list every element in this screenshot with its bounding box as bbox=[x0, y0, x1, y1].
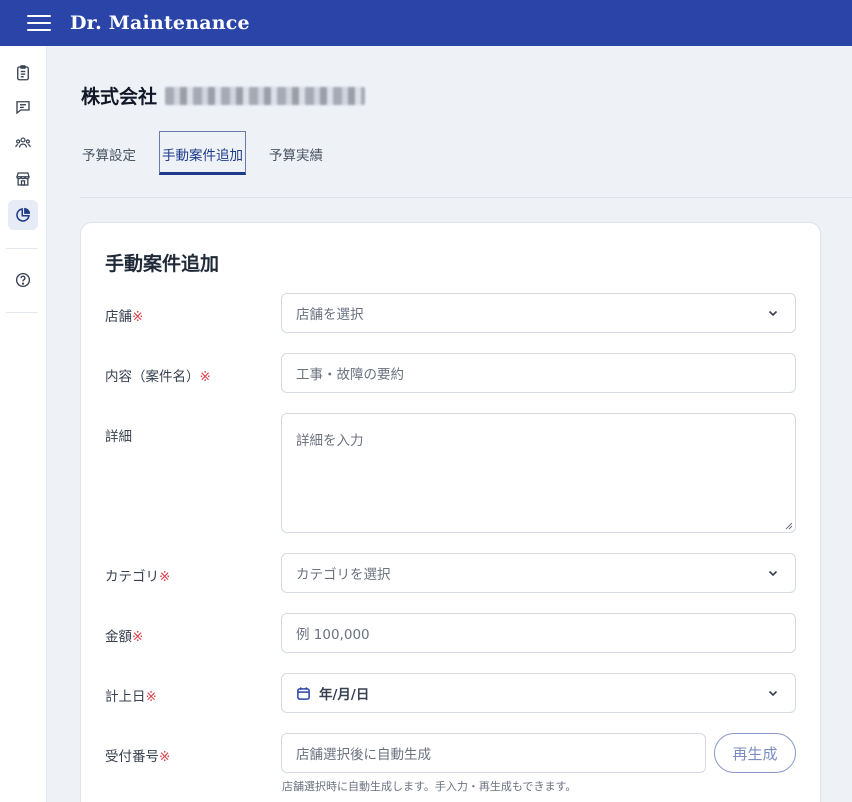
calendar-icon[interactable] bbox=[296, 686, 311, 701]
chevron-down-icon[interactable] bbox=[767, 687, 779, 699]
sidebar-divider bbox=[6, 312, 38, 313]
form-title: 手動案件追加 bbox=[105, 253, 220, 275]
app-logo[interactable]: Dr. Maintenance bbox=[70, 12, 250, 34]
tab-manual-case-add[interactable]: 手動案件追加 bbox=[159, 131, 246, 175]
store-select[interactable]: 店舗を選択 bbox=[281, 293, 796, 333]
resize-handle-icon[interactable] bbox=[784, 521, 793, 530]
receipt-input[interactable]: 店舗選択後に自動生成 bbox=[281, 733, 706, 773]
redacted-company-name bbox=[165, 86, 366, 105]
date-label: 計上日※ bbox=[105, 689, 157, 705]
clipboard-icon[interactable] bbox=[8, 58, 38, 88]
help-icon[interactable] bbox=[8, 265, 38, 295]
regenerate-button[interactable]: 再生成 bbox=[714, 733, 796, 773]
amount-label: 金額※ bbox=[105, 629, 144, 645]
pie-chart-icon[interactable] bbox=[8, 200, 38, 230]
users-icon[interactable] bbox=[8, 128, 38, 158]
sidebar bbox=[0, 46, 47, 802]
tabs-divider bbox=[80, 197, 852, 198]
top-header: Dr. Maintenance bbox=[0, 0, 852, 46]
store-icon[interactable] bbox=[8, 164, 38, 194]
page-title: 株式会社 bbox=[81, 82, 366, 109]
receipt-hint: 店舗選択時に自動生成します。手入力・再生成もできます。 bbox=[282, 780, 577, 793]
chevron-down-icon bbox=[768, 310, 778, 317]
content-input[interactable]: 工事・故障の要約 bbox=[281, 353, 796, 393]
detail-label: 詳細 bbox=[105, 429, 132, 445]
store-label: 店舗※ bbox=[105, 309, 144, 325]
category-select[interactable]: カテゴリを選択 bbox=[281, 553, 796, 593]
company-name: 株式会社 bbox=[81, 86, 158, 108]
amount-input[interactable]: 例 100,000 bbox=[281, 613, 796, 653]
sidebar-divider bbox=[6, 248, 38, 249]
receipt-label: 受付番号※ bbox=[105, 749, 171, 765]
detail-textarea[interactable]: 詳細を入力 bbox=[281, 413, 796, 533]
tab-bar: 予算設定 手動案件追加 予算実績 bbox=[80, 131, 346, 175]
chevron-down-icon bbox=[768, 570, 778, 577]
date-input[interactable]: 年/月/日 bbox=[281, 673, 796, 713]
tab-budget-results[interactable]: 予算実績 bbox=[267, 131, 325, 175]
tab-budget-settings[interactable]: 予算設定 bbox=[80, 131, 138, 175]
message-icon[interactable] bbox=[8, 92, 38, 122]
menu-icon[interactable] bbox=[27, 14, 51, 32]
category-label: カテゴリ※ bbox=[105, 569, 171, 585]
content-label: 内容（案件名）※ bbox=[105, 369, 211, 385]
